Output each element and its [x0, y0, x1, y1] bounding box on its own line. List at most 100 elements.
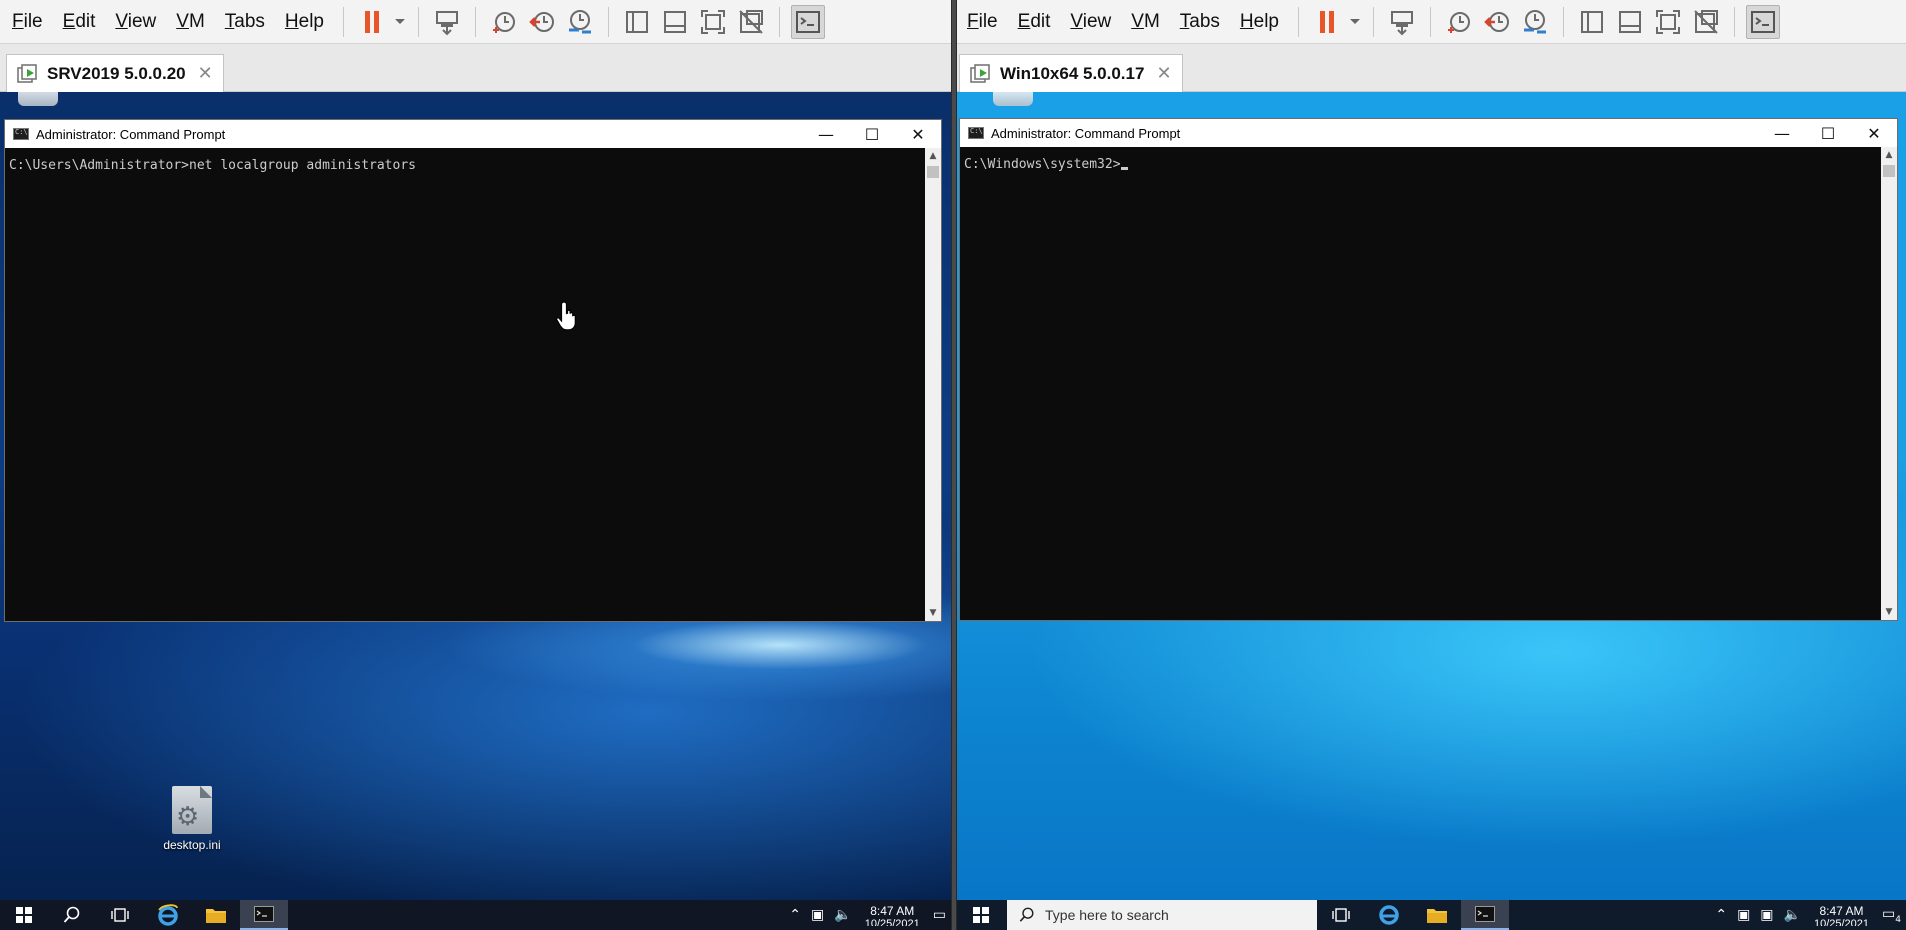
snapshot-manager-button[interactable]: [563, 5, 597, 39]
take-snapshot-button[interactable]: [1442, 5, 1476, 39]
minimize-button[interactable]: —: [803, 120, 849, 148]
power-dropdown-button[interactable]: [391, 5, 409, 39]
send-ctrl-alt-del-button[interactable]: [1385, 5, 1419, 39]
taskbar-file-explorer[interactable]: [192, 900, 240, 930]
console-output[interactable]: C:\Windows\system32>: [960, 147, 1881, 620]
guest-desktop-win10[interactable]: Administrator: Command Prompt — ☐ ✕ C:\W…: [957, 92, 1906, 900]
window-titlebar[interactable]: Administrator: Command Prompt — ☐ ✕: [5, 120, 941, 148]
show-hidden-icons-icon[interactable]: ⌃: [789, 907, 801, 923]
console-output[interactable]: C:\Users\Administrator>net localgroup ad…: [5, 148, 925, 621]
command-prompt-window[interactable]: Administrator: Command Prompt — ☐ ✕ C:\U…: [4, 119, 942, 622]
menu-vm[interactable]: VM: [1121, 11, 1170, 33]
show-hidden-icons-icon[interactable]: ⌃: [1715, 907, 1727, 923]
menu-view[interactable]: View: [1060, 11, 1121, 33]
menu-tabs[interactable]: Tabs: [1170, 11, 1230, 33]
window-titlebar[interactable]: Administrator: Command Prompt — ☐ ✕: [960, 119, 1897, 147]
console-view-icon: [1751, 10, 1775, 33]
action-center-icon[interactable]: ▭: [933, 907, 946, 923]
snapshot-take-icon: [493, 11, 515, 33]
unity-button[interactable]: [1689, 5, 1723, 39]
tab-win10x64[interactable]: Win10x64 5.0.0.17 ✕: [959, 54, 1183, 92]
show-library-button[interactable]: [1575, 5, 1609, 39]
command-prompt-window[interactable]: Administrator: Command Prompt — ☐ ✕ C:\W…: [959, 118, 1898, 621]
vertical-scrollbar[interactable]: ▲ ▼: [1881, 147, 1897, 620]
close-button[interactable]: ✕: [1851, 119, 1897, 147]
taskbar-edge-browser[interactable]: [144, 900, 192, 930]
taskbar-command-prompt[interactable]: [1461, 900, 1509, 930]
vertical-scrollbar[interactable]: ▲ ▼: [925, 148, 941, 621]
maximize-button[interactable]: ☐: [849, 120, 895, 148]
task-view-button[interactable]: [96, 900, 144, 930]
pause-button[interactable]: [1310, 5, 1344, 39]
menu-file-mnemonic: F: [967, 10, 979, 32]
minimize-button[interactable]: —: [1759, 119, 1805, 147]
close-button[interactable]: ✕: [895, 120, 941, 148]
pc-icon[interactable]: ▣: [1737, 907, 1750, 923]
search-icon: [63, 906, 80, 923]
full-screen-button[interactable]: [1651, 5, 1685, 39]
close-tab-button[interactable]: ✕: [1156, 63, 1171, 84]
take-snapshot-button[interactable]: [487, 5, 521, 39]
scrollbar-thumb[interactable]: [1883, 165, 1895, 177]
power-dropdown-button[interactable]: [1346, 5, 1364, 39]
unity-button[interactable]: [734, 5, 768, 39]
guest-desktop-srv2019[interactable]: Administrator: Command Prompt — ☐ ✕ C:\U…: [0, 92, 951, 900]
thumbnail-bar-button[interactable]: [1613, 5, 1647, 39]
send-ctrl-alt-del-button[interactable]: [430, 5, 464, 39]
start-button[interactable]: [0, 900, 48, 930]
file-icon: ⚙: [172, 786, 212, 834]
network-icon[interactable]: ▣: [811, 907, 824, 923]
console-view-button[interactable]: [791, 4, 825, 39]
thumbnail-bar-icon: [1619, 10, 1641, 33]
show-library-button[interactable]: [620, 5, 654, 39]
clock[interactable]: 8:47 AM 10/25/2021: [1814, 904, 1869, 926]
tab-srv2019[interactable]: SRV2019 5.0.0.20 ✕: [6, 54, 224, 92]
pause-button[interactable]: [355, 5, 389, 39]
revert-snapshot-button[interactable]: [525, 5, 559, 39]
recycle-bin-icon[interactable]: [18, 92, 58, 106]
scroll-up-button[interactable]: ▲: [925, 148, 941, 164]
menu-edit[interactable]: Edit: [53, 11, 106, 33]
start-button[interactable]: [957, 900, 1005, 930]
volume-icon[interactable]: 🔈: [1784, 907, 1801, 923]
volume-icon[interactable]: 🔈: [834, 907, 851, 923]
send-ctrl-alt-del-icon: [436, 10, 458, 35]
close-tab-button[interactable]: ✕: [198, 63, 213, 84]
menu-file[interactable]: File: [2, 11, 53, 33]
menu-help[interactable]: Help: [1230, 11, 1289, 33]
search-input[interactable]: Type here to search: [1007, 900, 1317, 930]
task-view-button[interactable]: [1317, 900, 1365, 930]
revert-snapshot-button[interactable]: [1480, 5, 1514, 39]
scrollbar-thumb[interactable]: [927, 166, 939, 178]
vm-tab-bar: SRV2019 5.0.0.20 ✕: [0, 44, 951, 92]
console-prompt: C:\Windows\system32>: [964, 157, 1121, 172]
menu-vm[interactable]: VM: [166, 11, 215, 33]
clock[interactable]: 8:47 AM 10/25/2021: [865, 904, 920, 926]
search-button[interactable]: [48, 900, 96, 930]
console-command: net localgroup administrators: [189, 158, 416, 173]
menu-view[interactable]: View: [105, 11, 166, 33]
guest-taskbar: Type here to search ⌃ ▣ ▣ 🔈 8:47 AM 10/2…: [957, 900, 1906, 930]
scroll-down-button[interactable]: ▼: [1881, 604, 1897, 620]
taskbar-command-prompt[interactable]: [240, 900, 288, 930]
menu-help-label: elp: [298, 10, 324, 32]
menu-tabs[interactable]: Tabs: [215, 11, 275, 33]
scroll-down-button[interactable]: ▼: [925, 605, 941, 621]
menu-file[interactable]: File: [957, 11, 1008, 33]
maximize-button[interactable]: ☐: [1805, 119, 1851, 147]
full-screen-button[interactable]: [696, 5, 730, 39]
scroll-up-button[interactable]: ▲: [1881, 147, 1897, 163]
menu-edit[interactable]: Edit: [1008, 11, 1061, 33]
recycle-bin-icon[interactable]: [993, 92, 1033, 106]
taskbar-edge-browser[interactable]: [1365, 900, 1413, 930]
action-center-icon[interactable]: ▭4: [1882, 906, 1901, 925]
desktop-ini-file[interactable]: ⚙ desktop.ini: [162, 786, 222, 852]
network-icon[interactable]: ▣: [1760, 907, 1773, 923]
menu-help[interactable]: Help: [275, 11, 334, 33]
console-view-button[interactable]: [1746, 4, 1780, 39]
hand-cursor-icon: [556, 301, 576, 331]
menu-help-label: elp: [1253, 10, 1279, 32]
taskbar-file-explorer[interactable]: [1413, 900, 1461, 930]
thumbnail-bar-button[interactable]: [658, 5, 692, 39]
snapshot-manager-button[interactable]: [1518, 5, 1552, 39]
